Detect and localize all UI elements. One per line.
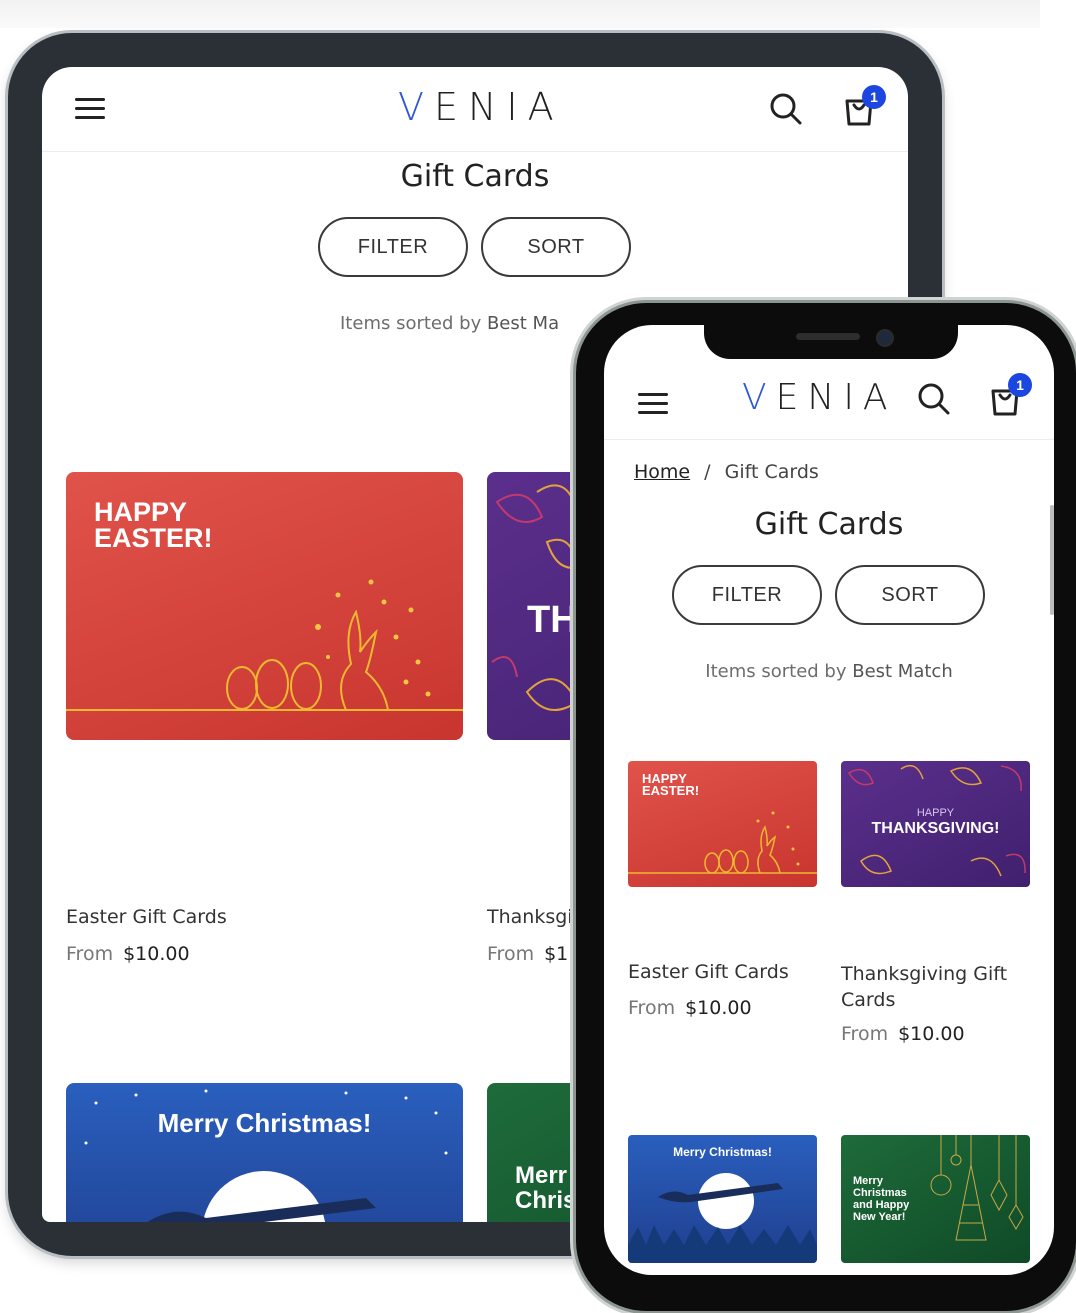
ornaments-illustration bbox=[930, 1135, 1024, 1241]
thanksgiving-card-small-text: HAPPY bbox=[916, 807, 955, 819]
venia-logo[interactable]: VENIA bbox=[742, 377, 897, 418]
hamburger-icon[interactable] bbox=[638, 393, 668, 415]
product-name-thanksgiving[interactable]: Thanksgi bbox=[487, 906, 573, 928]
sort-status-prefix: Items sorted by bbox=[705, 661, 853, 682]
christmas-card-text: Merry Christmas! bbox=[673, 1145, 772, 1159]
santa-sleigh-illustration bbox=[84, 1089, 448, 1222]
sort-status-text: Items sorted by Best Ma bbox=[340, 313, 559, 334]
new-year-card-line-2: Chris bbox=[515, 1187, 577, 1215]
breadcrumb-home-link[interactable]: Home bbox=[634, 461, 690, 483]
product-name-easter[interactable]: Easter Gift Cards bbox=[628, 961, 789, 983]
new-year-gift-card-image[interactable]: Merry Christmas and Happy New Year! bbox=[841, 1135, 1030, 1263]
product-price-easter: From $10.00 bbox=[66, 943, 190, 965]
sort-button[interactable]: SORT bbox=[481, 217, 631, 277]
logo-rest: ENIA bbox=[775, 377, 897, 418]
from-label: From bbox=[841, 1023, 889, 1045]
price-value: $10.00 bbox=[123, 943, 190, 965]
product-name-easter[interactable]: Easter Gift Cards bbox=[66, 906, 227, 928]
hamburger-icon[interactable] bbox=[75, 98, 105, 120]
from-label: From bbox=[628, 997, 676, 1019]
christmas-card-text: Merry Christmas! bbox=[157, 1108, 372, 1138]
sort-status-prefix: Items sorted by bbox=[340, 313, 487, 334]
sort-button[interactable]: SORT bbox=[835, 565, 985, 625]
product-name-line-2: Cards bbox=[841, 989, 896, 1011]
cart-count-badge: 1 bbox=[1008, 373, 1032, 397]
product-name-line-1: Thanksgiving Gift bbox=[841, 963, 1008, 985]
thanksgiving-card-text: THANKSGIVING! bbox=[871, 820, 1000, 837]
easter-eggs-bunny-illustration bbox=[628, 811, 817, 874]
product-name-thanksgiving[interactable]: Thanksgiving Gift Cards bbox=[841, 961, 1007, 1013]
new-year-card-text: Merr Chris bbox=[515, 1162, 577, 1215]
search-icon[interactable] bbox=[768, 91, 804, 127]
new-year-card-line-1: Merr bbox=[515, 1162, 568, 1189]
sort-status-value: Best Match bbox=[852, 661, 953, 682]
logo-v: V bbox=[398, 85, 434, 129]
price-value: $10.00 bbox=[898, 1023, 965, 1045]
product-price-easter: From $10.00 bbox=[628, 997, 752, 1019]
tablet-header: VENIA 1 bbox=[42, 67, 908, 152]
breadcrumb-separator: / bbox=[704, 461, 711, 483]
product-price-thanksgiving: From $1 bbox=[487, 943, 568, 965]
thanksgiving-card-text: TH bbox=[527, 599, 578, 641]
logo-v: V bbox=[742, 377, 776, 418]
price-value: $10.00 bbox=[685, 997, 752, 1019]
easter-gift-card-image[interactable]: HAPPY EASTER! bbox=[628, 761, 817, 887]
christmas-gift-card-image[interactable]: Merry Christmas! bbox=[628, 1135, 817, 1263]
easter-eggs-bunny-illustration bbox=[66, 579, 463, 711]
christmas-gift-card-image[interactable]: Merry Christmas! bbox=[66, 1083, 463, 1222]
phone-device: VENIA 1 Home / Gift Cards Gift Cards FIL… bbox=[576, 303, 1076, 1311]
speaker bbox=[796, 333, 860, 340]
thanksgiving-gift-card-image[interactable]: HAPPY THANKSGIVING! bbox=[841, 761, 1030, 887]
camera bbox=[876, 329, 894, 347]
page-title: Gift Cards bbox=[754, 507, 904, 542]
sort-status-value: Best Ma bbox=[486, 313, 560, 334]
search-icon[interactable] bbox=[916, 381, 952, 417]
sort-status-text: Items sorted by Best Match bbox=[604, 661, 1054, 682]
cart-count-badge: 1 bbox=[862, 85, 886, 109]
from-label: From bbox=[487, 943, 535, 965]
price-value: $1 bbox=[544, 943, 569, 965]
phone-screen: VENIA 1 Home / Gift Cards Gift Cards FIL… bbox=[604, 325, 1054, 1275]
venia-logo[interactable]: VENIA bbox=[398, 85, 564, 129]
from-label: From bbox=[66, 943, 114, 965]
logo-rest: ENIA bbox=[434, 85, 564, 129]
breadcrumb: Home / Gift Cards bbox=[634, 461, 819, 483]
browser-top-strip bbox=[0, 0, 1040, 28]
filter-button[interactable]: FILTER bbox=[672, 565, 822, 625]
breadcrumb-current: Gift Cards bbox=[724, 461, 819, 483]
phone-header: VENIA 1 bbox=[604, 365, 1054, 440]
filter-button[interactable]: FILTER bbox=[318, 217, 468, 277]
page-title: Gift Cards bbox=[400, 159, 550, 194]
phone-notch bbox=[704, 325, 958, 359]
scrollbar[interactable] bbox=[1050, 505, 1054, 615]
product-price-thanksgiving: From $10.00 bbox=[841, 1023, 965, 1045]
easter-gift-card-image[interactable]: HAPPY EASTER! bbox=[66, 472, 463, 740]
